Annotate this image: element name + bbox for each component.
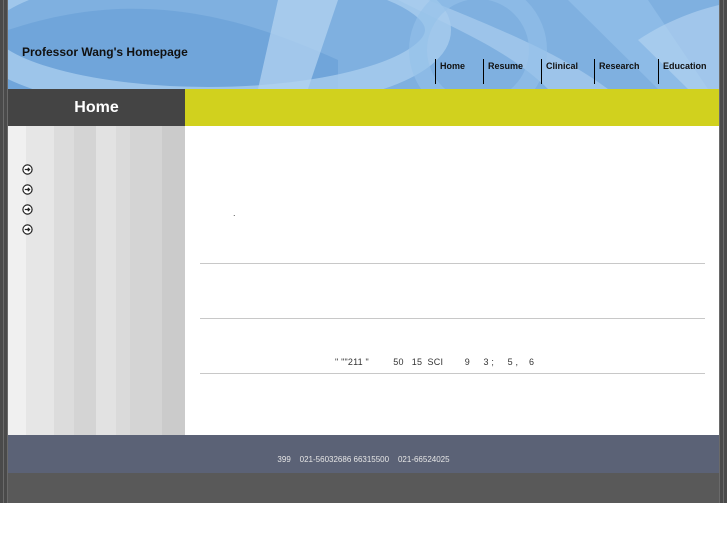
sidebar-link-2[interactable] <box>22 184 33 195</box>
nav-research[interactable]: Research <box>594 59 640 84</box>
divider <box>200 373 705 374</box>
section-title: Home <box>74 99 119 116</box>
bottom-band <box>8 473 719 503</box>
sidebar-link-1[interactable] <box>22 164 33 175</box>
circle-arrow-icon <box>22 164 33 175</box>
content-marker: . <box>233 208 236 218</box>
section-title-bar: Home <box>8 89 185 126</box>
sidebar-link-3[interactable] <box>22 204 33 215</box>
nav-resume[interactable]: Resume <box>483 59 523 84</box>
nav-clinical[interactable]: Clinical <box>541 59 578 84</box>
nav-education[interactable]: Education <box>658 59 707 84</box>
site-title: Professor Wang's Homepage <box>22 45 188 59</box>
circle-arrow-icon <box>22 204 33 215</box>
footer: 399 021-56032686 66315500 021-66524025 <box>8 435 719 473</box>
divider <box>200 318 705 319</box>
circle-arrow-icon <box>22 224 33 235</box>
main-content: . " ""211 " 50 15 SCI 9 3 ; 5 , 6 <box>185 126 719 435</box>
accent-bar <box>185 89 719 126</box>
divider <box>200 263 705 264</box>
profile-summary: " ""211 " 50 15 SCI 9 3 ; 5 , 6 <box>335 357 535 367</box>
circle-arrow-icon <box>22 184 33 195</box>
nav-home[interactable]: Home <box>435 59 465 84</box>
sidebar-link-4[interactable] <box>22 224 33 235</box>
sidebar <box>8 126 185 435</box>
